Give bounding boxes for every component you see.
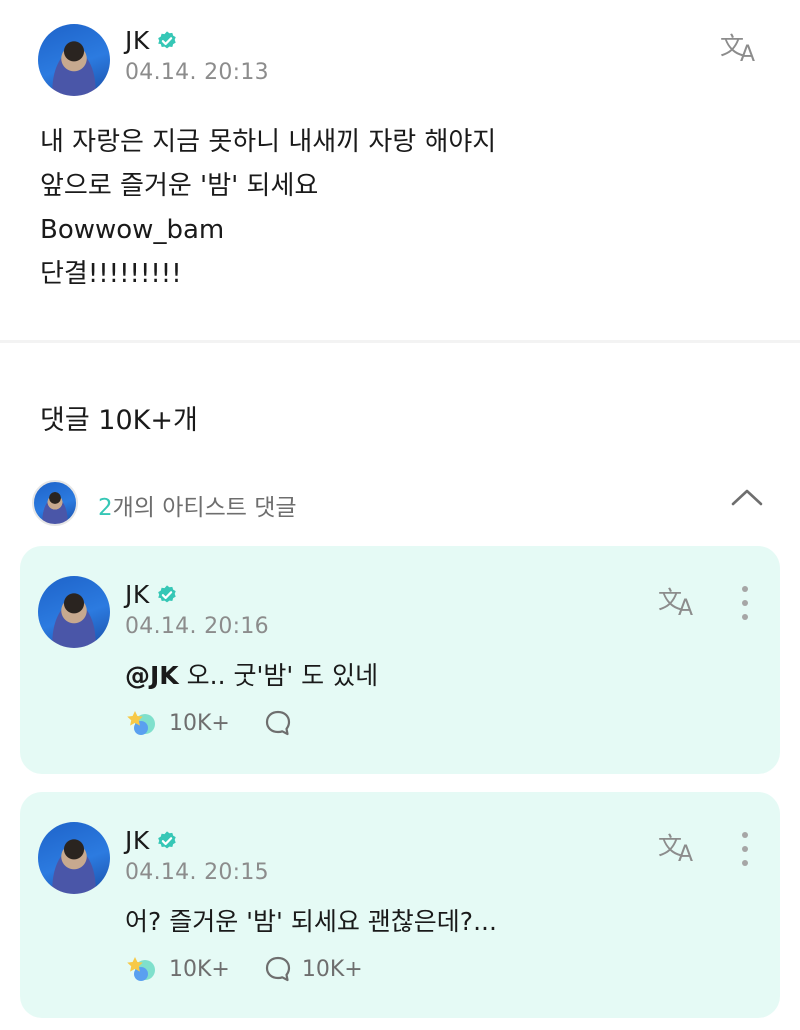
comment-mention[interactable]: @JK [125, 661, 179, 690]
comment-text: 어? 즐거운 '밤' 되세요 괜찮은데?... [125, 902, 497, 938]
verified-badge-icon [157, 830, 176, 848]
post-line: 단결!!!!!!!!! [40, 259, 182, 289]
svg-text:A: A [678, 596, 693, 618]
like-icon [127, 711, 155, 735]
comments-count: 댓글 10K+개 [40, 405, 198, 436]
author-name[interactable]: JK [125, 26, 150, 55]
author-avatar[interactable] [38, 24, 110, 96]
like-count: 10K+ [169, 710, 230, 736]
translate-icon[interactable]: 文 A [718, 28, 764, 64]
artist-comments-label: 2개의 아티스트 댓글 [98, 488, 297, 522]
verified-badge-icon [157, 584, 176, 602]
like-icon [127, 957, 155, 981]
post-line: 내 자랑은 지금 못하니 내새끼 자랑 해야지 [40, 127, 497, 157]
artist-comments-count: 2 [98, 495, 113, 521]
like-count: 10K+ [169, 956, 230, 982]
post-detail-page: JK 04.14. 20:13 文 A 내 자랑은 지금 못하니 내새끼 자랑 … [0, 0, 800, 1030]
comment-timestamp: 04.14. 20:16 [125, 614, 269, 639]
chevron-up-icon[interactable] [730, 486, 764, 508]
comment-card: JK 04.14. 20:16 文 A @JK 오.. 굿'밤' 도 있네 10… [20, 546, 780, 774]
verified-badge-icon [157, 30, 176, 48]
more-icon[interactable] [740, 586, 750, 620]
comment-text: @JK 오.. 굿'밤' 도 있네 [125, 656, 378, 692]
comment-author[interactable]: JK [125, 826, 150, 855]
artist-comments-toggle[interactable]: 2개의 아티스트 댓글 [30, 478, 770, 528]
post-timestamp: 04.14. 20:13 [125, 60, 269, 85]
comment-avatar[interactable] [38, 822, 110, 894]
comment-card: JK 04.14. 20:15 文 A 어? 즐거운 '밤' 되세요 괜찮은데?… [20, 792, 780, 1018]
reply-bubble-icon[interactable] [264, 709, 292, 737]
author-row: JK [125, 26, 178, 55]
comment-author[interactable]: JK [125, 580, 150, 609]
translate-icon[interactable]: 文 A [656, 828, 702, 864]
section-divider [0, 340, 800, 343]
reply-count: 10K+ [301, 956, 363, 982]
artist-comments-text: 개의 아티스트 댓글 [112, 495, 297, 521]
comment-body: 어? 즐거운 '밤' 되세요 괜찮은데?... [125, 907, 497, 936]
post-body: 내 자랑은 지금 못하니 내새끼 자랑 해야지 앞으로 즐거운 '밤' 되세요 … [40, 120, 760, 296]
like-stat[interactable]: 10K+ [125, 706, 302, 740]
comment-author-row: JK [125, 580, 178, 609]
comment-avatar[interactable] [38, 576, 110, 648]
comment-body: 오.. 굿'밤' 도 있네 [178, 661, 379, 690]
more-icon[interactable] [740, 832, 750, 866]
artist-avatar [32, 480, 78, 526]
comment-timestamp: 04.14. 20:15 [125, 860, 269, 885]
reply-bubble-icon[interactable] [264, 955, 292, 983]
post-line: Bowwow_bam [40, 215, 225, 245]
translate-icon[interactable]: 文 A [656, 582, 702, 618]
svg-text:A: A [740, 42, 755, 64]
post-line: 앞으로 즐거운 '밤' 되세요 [40, 171, 319, 201]
svg-text:A: A [678, 842, 693, 864]
like-stat[interactable]: 10K+ 10K+ [125, 952, 363, 986]
comment-author-row: JK [125, 826, 178, 855]
